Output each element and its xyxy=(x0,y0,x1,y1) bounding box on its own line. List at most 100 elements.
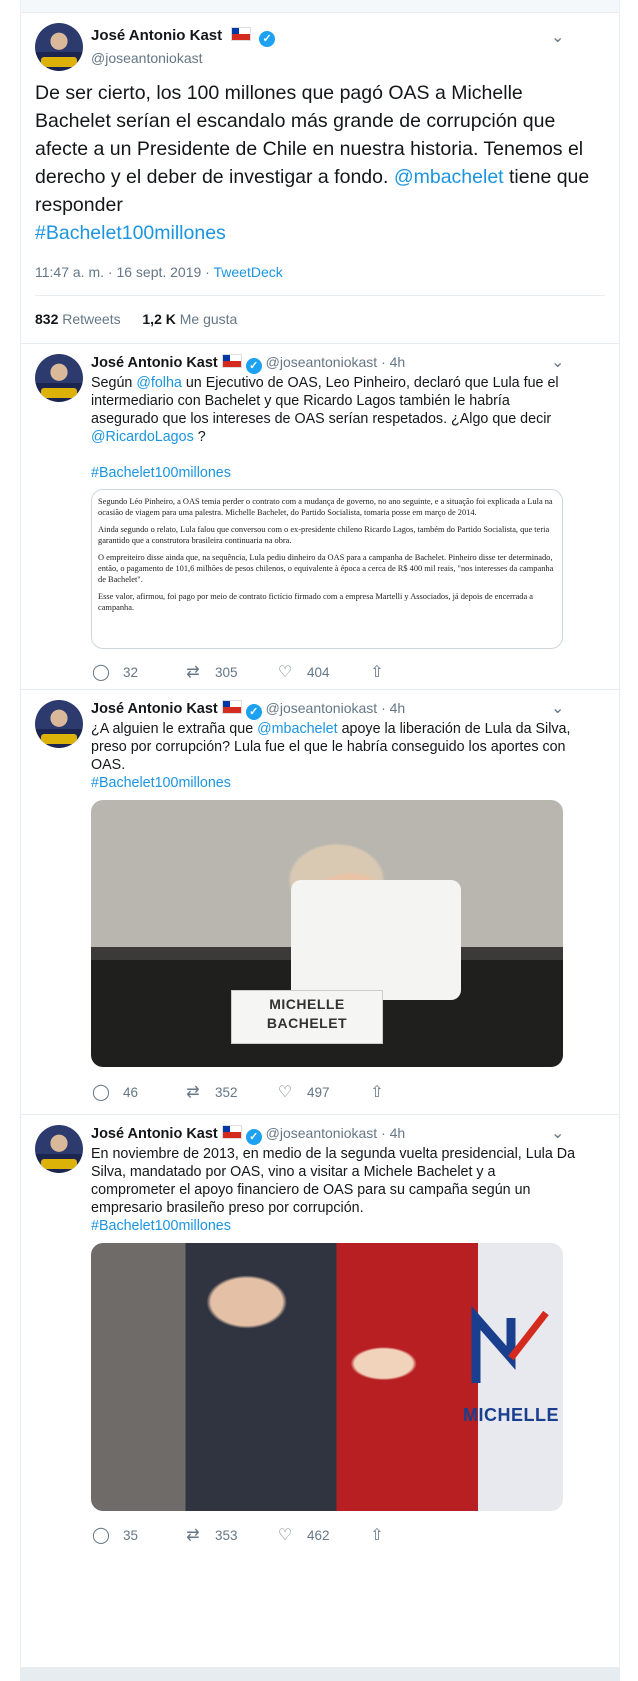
share-button[interactable]: ⇧ xyxy=(367,1082,459,1102)
retweet-button[interactable]: ⇄ 305 xyxy=(183,662,275,682)
tweet-item[interactable]: José Antonio Kast ✓ @joseantoniokast · 4h… xyxy=(21,690,619,1115)
tweet-age[interactable]: 4h xyxy=(390,354,406,370)
reply-count: 46 xyxy=(123,1084,139,1100)
retweet-button[interactable]: ⇄ 352 xyxy=(183,1082,275,1102)
quote-paragraph: Segundo Léo Pinheiro, a OAS temia perder… xyxy=(98,497,553,517)
tweet-header: José Antonio Kast ✓ @joseantoniokast · 4h xyxy=(91,1125,405,1145)
quote-paragraph: Ainda segundo o relato, Lula falou que c… xyxy=(98,525,550,545)
like-count: 462 xyxy=(307,1527,330,1543)
tweet-age[interactable]: 4h xyxy=(390,1125,406,1141)
like-count: 497 xyxy=(307,1084,330,1100)
hashtag-link[interactable]: #Bachelet100millones xyxy=(91,1218,231,1234)
tweet-text-part: En noviembre de 2013, en medio de la seg… xyxy=(91,1146,576,1216)
avatar[interactable] xyxy=(35,1125,83,1173)
reply-button[interactable]: ◯ 32 xyxy=(91,662,183,682)
reply-icon: ◯ xyxy=(92,1527,110,1544)
chevron-down-icon[interactable]: ⌄ xyxy=(551,352,564,372)
heart-icon: ♡ xyxy=(277,1527,293,1544)
tweet-item[interactable]: José Antonio Kast ✓ @joseantoniokast · 4h… xyxy=(21,1115,619,1668)
retweet-icon: ⇄ xyxy=(186,1527,200,1544)
chevron-down-icon[interactable]: ⌄ xyxy=(551,1123,564,1143)
avatar[interactable] xyxy=(35,354,83,402)
tshirt-shape xyxy=(291,880,461,1000)
like-button[interactable]: ♡ 462 xyxy=(275,1525,367,1545)
retweet-count: 352 xyxy=(215,1084,238,1100)
chile-flag-icon xyxy=(221,354,242,368)
share-icon: ⇧ xyxy=(370,1084,384,1101)
timestamp-text[interactable]: 11:47 a. m. · 16 sept. 2019 · xyxy=(35,264,213,280)
tweet-photo[interactable]: MICHELLE BACHELET xyxy=(91,800,563,1067)
likes-count[interactable]: 1,2 K xyxy=(142,311,175,327)
tweet-text: De ser cierto, los 100 millones que pagó… xyxy=(35,79,595,247)
author-name[interactable]: José Antonio Kast xyxy=(91,27,222,44)
heart-icon: ♡ xyxy=(277,1084,293,1101)
quoted-article-image[interactable]: Segundo Léo Pinheiro, a OAS temia perder… xyxy=(91,489,563,649)
author-handle[interactable]: @joseantoniokast xyxy=(266,700,378,716)
tweet-text-part: Según xyxy=(91,375,137,391)
avatar[interactable] xyxy=(35,700,83,748)
tweet-header: José Antonio Kast ✓ @joseantoniokast · 4h xyxy=(91,700,405,720)
share-icon: ⇧ xyxy=(370,1527,384,1544)
like-count: 404 xyxy=(307,664,330,680)
author-name[interactable]: José Antonio Kast xyxy=(91,355,218,371)
tweet-text: Según @folha un Ejecutivo de OAS, Leo Pi… xyxy=(91,374,581,482)
hashtag-link[interactable]: #Bachelet100millones xyxy=(35,222,226,244)
timestamp: 11:47 a. m. · 16 sept. 2019 · TweetDeck xyxy=(35,264,283,280)
verified-icon: ✓ xyxy=(245,1129,262,1145)
source-link[interactable]: TweetDeck xyxy=(213,264,282,280)
tweet-text-part: ¿A alguien le extraña que xyxy=(91,721,258,737)
verified-icon: ✓ xyxy=(245,704,262,720)
reply-button[interactable]: ◯ 35 xyxy=(91,1525,183,1545)
quote-paragraph: Esse valor, afirmou, foi pago por meio d… xyxy=(98,592,534,612)
author-block: José Antonio Kast ✓ @joseantoniokast xyxy=(91,27,276,66)
engagement-stats: 832 Retweets 1,2 K Me gusta xyxy=(35,311,237,327)
share-button[interactable]: ⇧ xyxy=(367,1525,459,1545)
reply-button[interactable]: ◯ 46 xyxy=(91,1082,183,1102)
reply-count: 32 xyxy=(123,664,139,680)
mention-link[interactable]: @mbachelet xyxy=(257,721,337,737)
main-tweet: José Antonio Kast ✓ @joseantoniokast ⌄ D… xyxy=(21,13,619,344)
tweet-actions: ◯ 46 ⇄ 352 ♡ 497 ⇧ xyxy=(91,1082,459,1102)
like-button[interactable]: ♡ 497 xyxy=(275,1082,367,1102)
mention-link[interactable]: @folha xyxy=(136,375,182,391)
author-handle[interactable]: @joseantoniokast xyxy=(91,50,275,66)
divider xyxy=(35,295,605,296)
retweet-button[interactable]: ⇄ 353 xyxy=(183,1525,275,1545)
author-name[interactable]: José Antonio Kast xyxy=(91,701,218,717)
tweet-actions: ◯ 35 ⇄ 353 ♡ 462 ⇧ xyxy=(91,1525,459,1545)
separator: · xyxy=(381,1125,386,1141)
verified-icon: ✓ xyxy=(259,31,276,47)
chevron-down-icon[interactable]: ⌄ xyxy=(551,27,564,47)
tweet-text: ¿A alguien le extraña que @mbachelet apo… xyxy=(91,720,581,792)
campaign-logo-mark xyxy=(471,1306,549,1383)
author-name[interactable]: José Antonio Kast xyxy=(91,1126,218,1142)
chile-flag-icon xyxy=(221,700,242,714)
retweets-count[interactable]: 832 xyxy=(35,311,58,327)
retweet-count: 353 xyxy=(215,1527,238,1543)
verified-icon: ✓ xyxy=(245,358,262,374)
retweet-icon: ⇄ xyxy=(186,1084,200,1101)
share-button[interactable]: ⇧ xyxy=(367,662,459,682)
mention-link[interactable]: @RicardoLagos xyxy=(91,429,194,445)
tweet-text-part: ? xyxy=(193,429,206,445)
mention-link[interactable]: @mbachelet xyxy=(394,166,504,188)
chevron-down-icon[interactable]: ⌄ xyxy=(551,698,564,718)
chile-flag-icon xyxy=(221,1125,242,1139)
retweets-label[interactable]: Retweets xyxy=(62,311,120,327)
author-handle[interactable]: @joseantoniokast xyxy=(266,354,378,370)
likes-label[interactable]: Me gusta xyxy=(180,311,238,327)
tweet-age[interactable]: 4h xyxy=(390,700,406,716)
like-button[interactable]: ♡ 404 xyxy=(275,662,367,682)
tweet-item[interactable]: José Antonio Kast ✓ @joseantoniokast · 4h… xyxy=(21,344,619,690)
retweet-count: 305 xyxy=(215,664,238,680)
heart-icon: ♡ xyxy=(277,664,293,681)
reply-icon: ◯ xyxy=(92,1084,110,1101)
hashtag-link[interactable]: #Bachelet100millones xyxy=(91,465,231,481)
tweet-photo[interactable]: MICHELLE xyxy=(91,1243,563,1511)
reply-count: 35 xyxy=(123,1527,139,1543)
hashtag-link[interactable]: #Bachelet100millones xyxy=(91,775,231,791)
avatar[interactable] xyxy=(35,23,83,71)
tweet-header: José Antonio Kast ✓ @joseantoniokast · 4h xyxy=(91,354,405,374)
author-handle[interactable]: @joseantoniokast xyxy=(266,1125,378,1141)
name-plaque: MICHELLE BACHELET xyxy=(231,990,383,1044)
